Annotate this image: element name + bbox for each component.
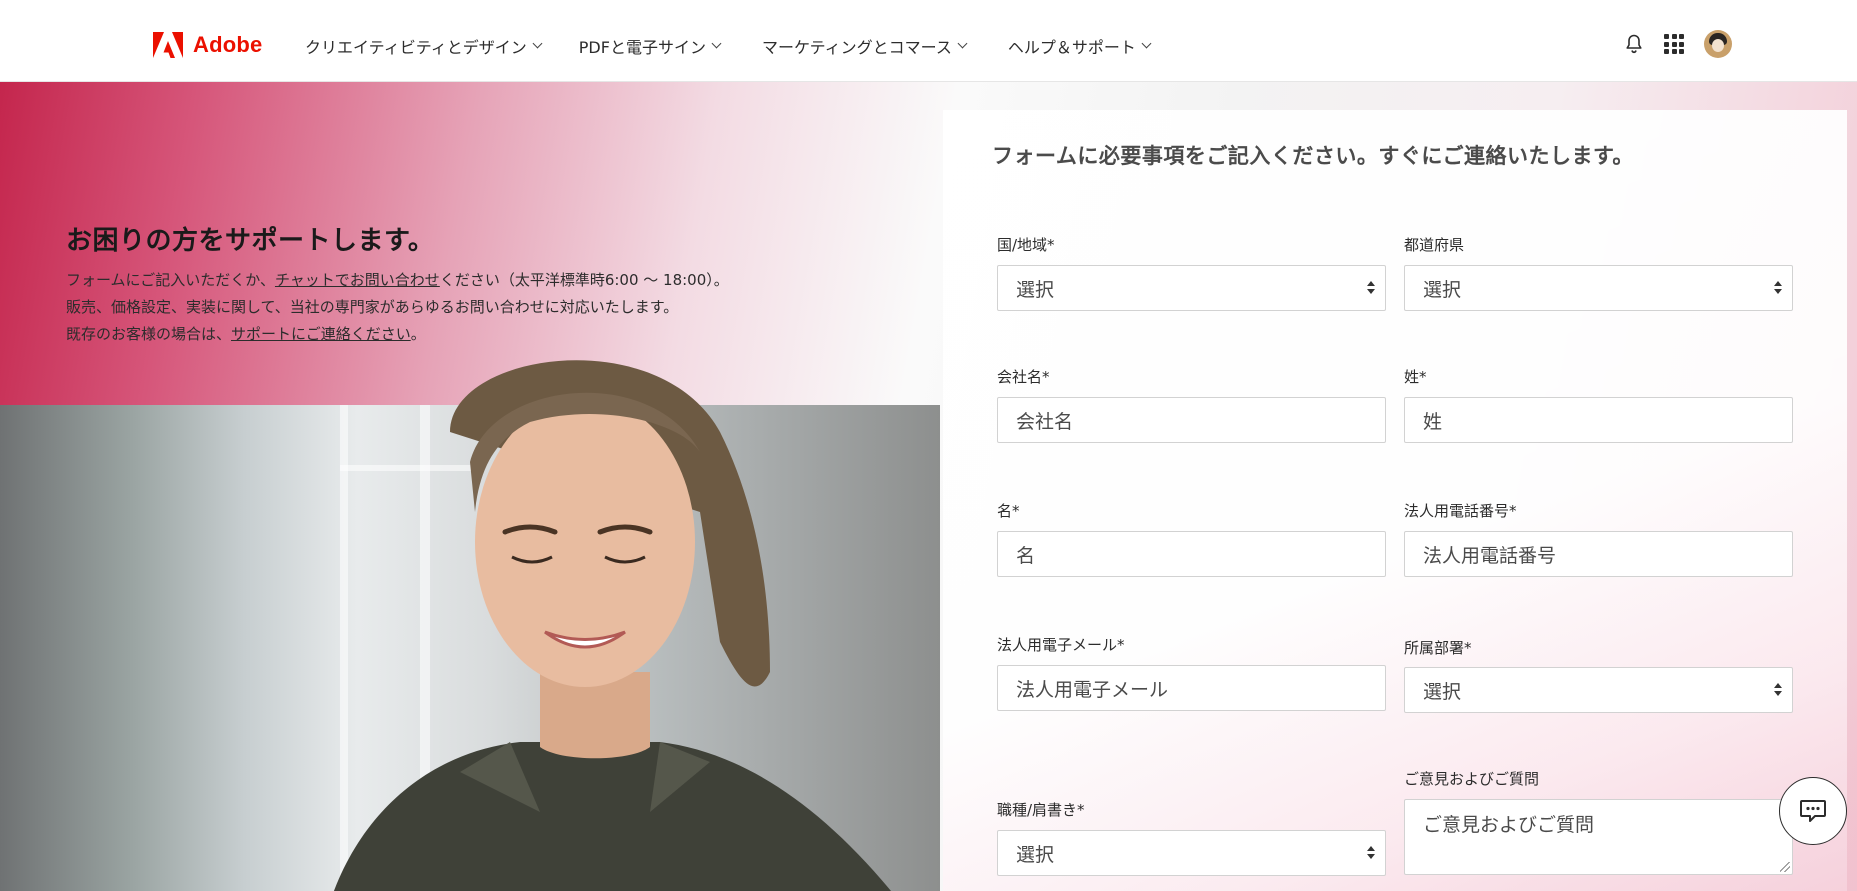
job-title-select[interactable]: 選択 (997, 830, 1386, 876)
chat-button[interactable] (1779, 777, 1847, 845)
chat-icon (1800, 800, 1826, 822)
select-arrows-icon (1774, 683, 1782, 699)
nav-marketing-commerce[interactable]: マーケティングとコマース (761, 34, 968, 58)
first-name-input[interactable]: 名 (997, 531, 1386, 577)
department-label: 所属部署* (1404, 639, 1472, 657)
select-value: 選択 (1016, 278, 1055, 301)
hero-text-segment: フォームにご記入いただくか、 (66, 271, 275, 289)
textarea-placeholder: ご意見およびご質問 (1423, 814, 1595, 836)
last-name-label: 姓* (1404, 368, 1427, 386)
input-placeholder: 法人用電話番号 (1423, 544, 1557, 567)
nav-label: クリエイティビティとデザイン (305, 38, 527, 57)
hero-line-1: フォームにご記入いただくか、チャットでお問い合わせください（太平洋標準時6:00… (66, 267, 729, 294)
input-placeholder: 会社名 (1016, 410, 1074, 433)
department-select[interactable]: 選択 (1404, 667, 1793, 713)
adobe-logo-icon (153, 32, 183, 58)
hero-line-3: 既存のお客様の場合は、サポートにご連絡ください。 (66, 321, 729, 348)
main-nav: クリエイティビティとデザイン PDFと電子サイン マーケティングとコマース ヘル… (305, 34, 1184, 58)
nav-label: ヘルプ＆サポート (1007, 38, 1136, 57)
select-arrows-icon (1367, 281, 1375, 297)
prefecture-select[interactable]: 選択 (1404, 265, 1793, 311)
hero-line-2: 販売、価格設定、実装に関して、当社の専門家があらゆるお問い合わせに対応いたします… (66, 298, 679, 316)
bell-icon[interactable] (1622, 32, 1646, 56)
chat-link[interactable]: チャットでお問い合わせ (275, 271, 440, 289)
hero-text-segment: 既存のお客様の場合は、 (66, 325, 232, 343)
input-placeholder: 名 (1016, 544, 1036, 567)
adobe-logo-text: Adobe (193, 32, 263, 57)
nav-creativity-design[interactable]: クリエイティビティとデザイン (305, 34, 543, 58)
select-value: 選択 (1423, 680, 1462, 703)
comments-label: ご意見およびご質問 (1404, 770, 1540, 788)
page-title: お困りの方をサポートします。 (66, 226, 435, 256)
nav-label: マーケティングとコマース (761, 38, 952, 57)
resize-handle-icon[interactable] (1780, 862, 1790, 872)
select-value: 選択 (1423, 278, 1462, 301)
input-placeholder: 法人用電子メール (1016, 678, 1169, 701)
phone-label: 法人用電話番号* (1404, 502, 1517, 520)
nav-pdf-esign[interactable]: PDFと電子サイン (578, 34, 722, 58)
select-arrows-icon (1774, 281, 1782, 297)
app-grid-icon[interactable] (1664, 34, 1684, 54)
contact-form: フォームに必要事項をご記入ください。すぐにご連絡いたします。 国/地域* 選択 … (943, 110, 1847, 891)
company-label: 会社名* (997, 368, 1050, 386)
chevron-down-icon (957, 38, 968, 49)
chevron-down-icon (711, 38, 722, 49)
hero-text-segment: ください（太平洋標準時6:00 〜 18:00）。 (439, 271, 729, 289)
header-actions (1622, 30, 1732, 58)
select-arrows-icon (1367, 846, 1375, 862)
global-header: Adobe クリエイティビティとデザイン PDFと電子サイン マーケティングとコ… (0, 0, 1857, 82)
prefecture-label: 都道府県 (1404, 236, 1465, 254)
form-title: フォームに必要事項をご記入ください。すぐにご連絡いたします。 (992, 144, 1634, 168)
comments-textarea[interactable]: ご意見およびご質問 (1404, 799, 1793, 875)
nav-label: PDFと電子サイン (578, 38, 706, 57)
avatar[interactable] (1704, 30, 1732, 58)
hero-text-segment: 。 (410, 325, 426, 343)
first-name-label: 名* (997, 502, 1020, 520)
nav-help-support[interactable]: ヘルプ＆サポート (1007, 34, 1152, 58)
job-title-label: 職種/肩書き* (997, 801, 1085, 819)
select-value: 選択 (1016, 843, 1055, 866)
input-placeholder: 姓 (1423, 410, 1443, 433)
country-label: 国/地域* (997, 236, 1055, 254)
country-select[interactable]: 選択 (997, 265, 1386, 311)
last-name-input[interactable]: 姓 (1404, 397, 1793, 443)
support-contact-link[interactable]: サポートにご連絡ください (231, 325, 411, 343)
hero-text: お困りの方をサポートします。 フォームにご記入いただくか、チャットでお問い合わせ… (66, 220, 729, 348)
adobe-logo[interactable]: Adobe (153, 32, 262, 58)
chevron-down-icon (1141, 38, 1152, 49)
company-input[interactable]: 会社名 (997, 397, 1386, 443)
email-label: 法人用電子メール* (997, 636, 1125, 654)
chevron-down-icon (532, 38, 543, 49)
woman-photo (334, 360, 891, 891)
phone-input[interactable]: 法人用電話番号 (1404, 531, 1793, 577)
email-input[interactable]: 法人用電子メール (997, 665, 1386, 711)
